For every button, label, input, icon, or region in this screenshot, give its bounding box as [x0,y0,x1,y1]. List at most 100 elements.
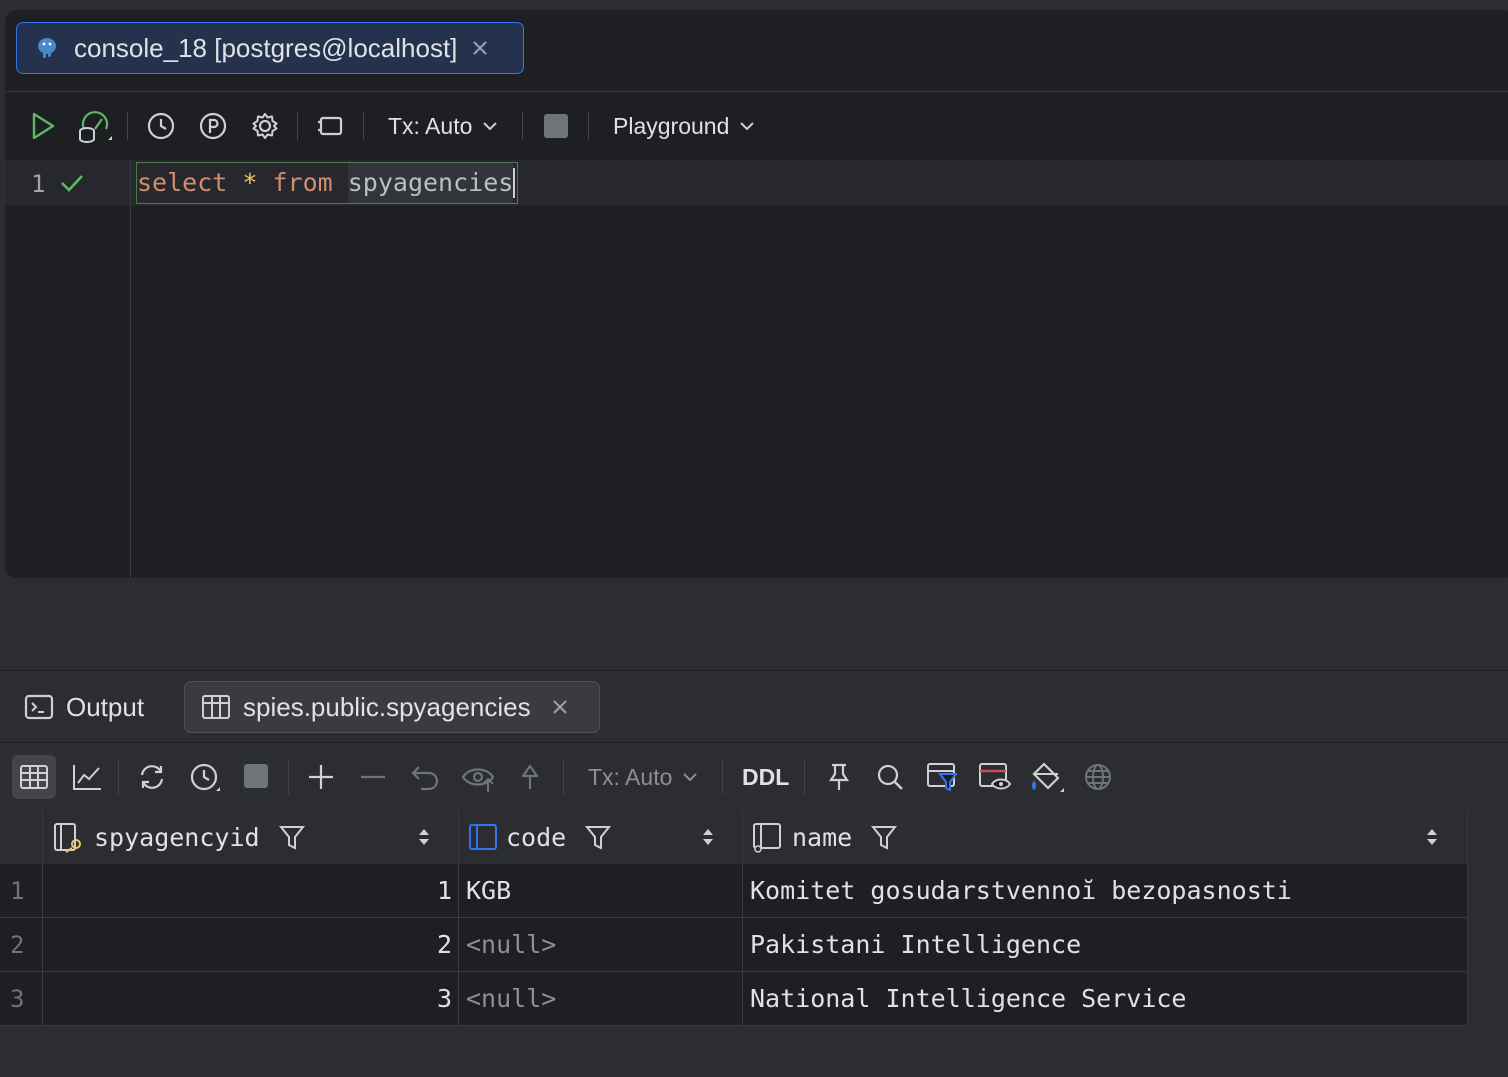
sql-statement[interactable]: select * from spyagencies [136,162,519,204]
keyword-from: from [272,168,333,197]
preview-changes-icon[interactable] [461,762,497,794]
column-label: name [792,822,853,852]
row-number: 3 [10,985,25,1013]
refresh-icon[interactable] [136,762,168,792]
cell-name[interactable]: National Intelligence Service [750,972,1187,1026]
cell-name[interactable]: Pakistani Intelligence [750,918,1081,972]
history-icon [147,112,175,140]
execute-button[interactable] [25,92,61,160]
sort-icon[interactable] [416,826,432,848]
cell-spyagencyid[interactable]: 1 [437,864,452,918]
close-icon[interactable] [471,39,489,57]
console-icon [24,694,54,720]
line-number: 1 [31,170,46,198]
stop-icon[interactable] [243,763,269,789]
column-divider [1467,810,1468,1026]
stop-button[interactable] [541,92,571,160]
filter-icon[interactable] [584,823,612,851]
table-identifier: spyagencies [347,163,514,203]
editor-toolbar: Tx: Auto Playground [5,92,1508,160]
column-header-code[interactable]: code [468,810,612,864]
row-number: 2 [10,931,25,959]
column-header-name[interactable]: name [752,810,898,864]
parameters-icon [199,112,227,140]
database-gauge-icon [79,111,112,143]
filter-table-icon[interactable] [926,760,962,794]
add-row-icon[interactable] [306,762,336,792]
filter-icon[interactable] [278,823,306,851]
revert-icon[interactable] [410,762,442,792]
wildcard: * [227,168,273,197]
search-icon[interactable] [875,762,905,792]
column-icon [469,824,497,850]
playground-label: Playground [613,112,730,139]
chevron-down-icon [740,122,755,131]
gutter-divider [130,160,131,578]
table-row[interactable]: 2 2 <null> Pakistani Intelligence [0,918,1468,972]
cell-name[interactable]: Komitet gosudarstvennoĭ bezopasnosti [750,864,1292,918]
ddl-label: DDL [742,763,790,790]
column-label: code [506,822,567,852]
history-button[interactable] [143,92,179,160]
cell-spyagencyid[interactable]: 2 [437,918,452,972]
tx-mode-dropdown[interactable]: Tx: Auto [388,92,508,160]
text-cursor [513,168,516,198]
parameters-button[interactable] [195,92,231,160]
view-settings-icon[interactable] [978,760,1014,794]
history-icon[interactable] [188,761,222,795]
settings-button[interactable] [247,92,283,160]
ddl-button[interactable]: DDL [742,755,789,799]
column-divider [458,810,459,1026]
panel-layout-icon [318,116,343,136]
column-divider [42,810,43,1026]
column-header-spyagencyid[interactable]: spyagencyid [52,810,306,864]
tx-mode-label: Tx: Auto [388,112,473,139]
delete-row-icon[interactable] [358,762,388,792]
tx-mode-label: Tx: Auto [588,763,673,790]
result-grid: spyagencyid code name 1 1 KGB Komitet go… [0,810,1468,1026]
gear-icon [252,113,278,139]
tab-console[interactable]: console_18 [postgres@localhost] [16,22,524,74]
cell-code[interactable]: KGB [466,864,511,918]
close-icon[interactable] [551,698,569,716]
globe-icon[interactable] [1083,762,1113,792]
paint-bucket-icon[interactable] [1028,760,1066,794]
keyword-select: select [137,168,228,197]
table-icon [202,695,230,719]
explain-plan-button[interactable] [75,92,115,160]
tab-output[interactable]: Output [24,680,144,734]
cell-code[interactable]: <null> [466,972,556,1026]
pin-icon[interactable] [824,762,854,792]
column-divider [742,810,743,1026]
editor-tab-bar: console_18 [postgres@localhost] [5,10,1508,92]
tab-output-label: Output [66,691,145,722]
playground-dropdown[interactable]: Playground [613,92,773,160]
submit-icon[interactable] [515,762,545,792]
chevron-down-icon [683,773,698,782]
table-row[interactable]: 1 1 KGB Komitet gosudarstvennoĭ bezopasn… [0,864,1468,918]
tab-result-label: spies.public.spyagencies [243,691,531,722]
tab-result-spyagencies[interactable]: spies.public.spyagencies [184,681,600,733]
row-number: 1 [10,877,25,905]
run-icon [32,112,55,140]
column-label: spyagencyid [94,822,260,852]
tx-mode-dropdown-results[interactable]: Tx: Auto [588,755,700,799]
stop-icon [544,114,568,138]
filter-icon[interactable] [870,823,898,851]
cell-spyagencyid[interactable]: 3 [437,972,452,1026]
chevron-down-icon [483,122,498,131]
sort-icon[interactable] [700,826,716,848]
primary-key-column-icon [54,823,81,853]
chart-icon[interactable] [71,762,103,792]
tab-console-title: console_18 [postgres@localhost] [74,32,458,63]
checkmark-icon [61,175,83,192]
postgresql-icon [38,38,56,58]
table-row[interactable]: 3 3 <null> National Intelligence Service [0,972,1468,1026]
splitter[interactable] [0,588,1508,670]
cell-code[interactable]: <null> [466,918,556,972]
table-view-icon [20,765,48,789]
column-not-null-icon [753,823,781,853]
sort-icon[interactable] [1424,826,1440,848]
layout-button[interactable] [313,92,349,160]
